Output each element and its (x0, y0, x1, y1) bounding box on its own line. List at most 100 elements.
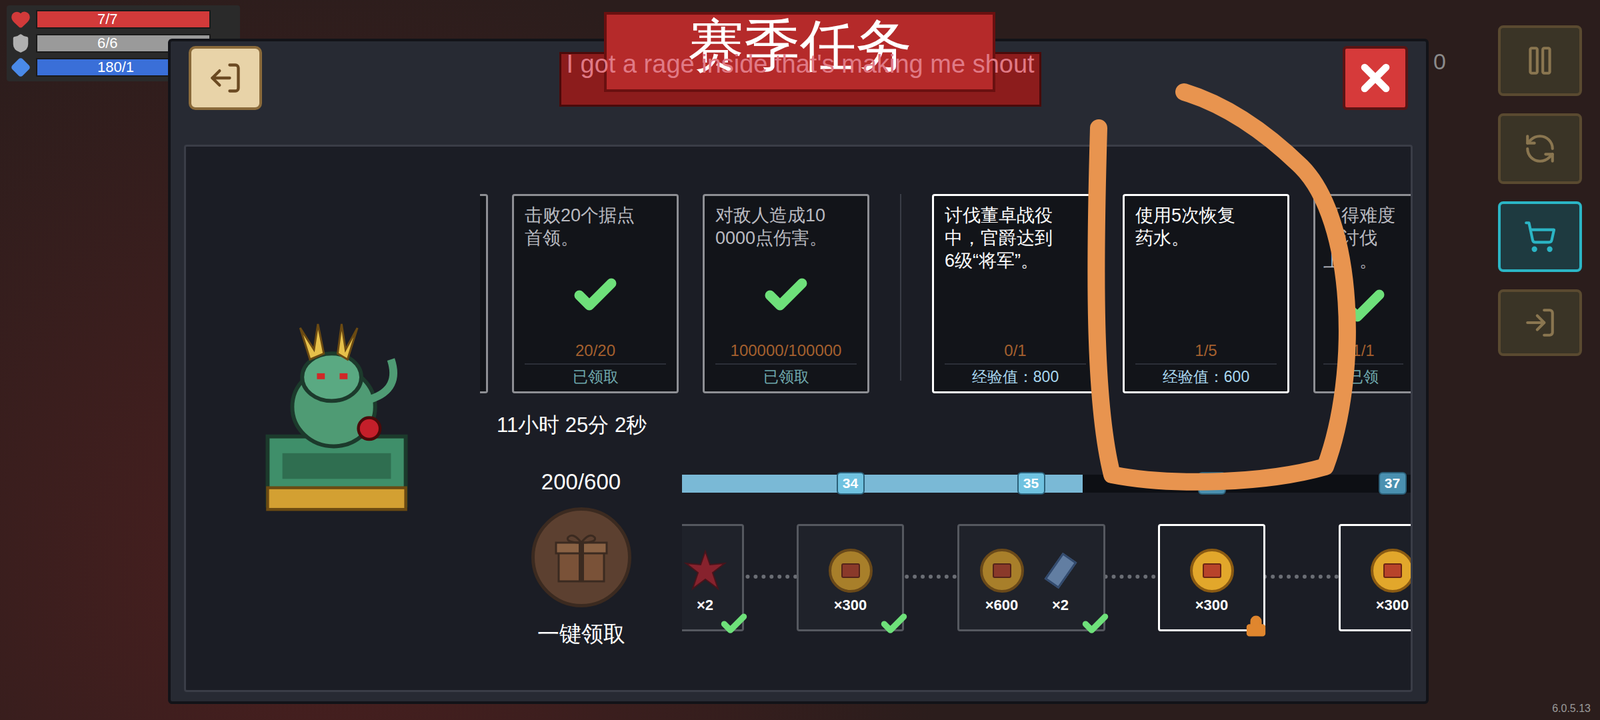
reward-count: ×300 (834, 596, 868, 614)
task-description-line: 0000点伤害。 (715, 226, 857, 250)
coin-icon (980, 548, 1024, 593)
swap-icon (1523, 132, 1557, 166)
claimed-check-icon (719, 609, 749, 639)
level-marker-slot: 36 (1121, 472, 1302, 495)
reward-slot: ×2 (682, 524, 760, 632)
version-label: 6.0.5.13 (1552, 702, 1591, 715)
reward-box[interactable]: ×300 (1338, 524, 1411, 632)
exit-button[interactable] (1498, 289, 1582, 356)
reward-item: ×300 (1190, 548, 1234, 614)
crystal-icon (1038, 548, 1083, 593)
reward-count: ×2 (696, 596, 714, 614)
side-buttons (1498, 25, 1582, 356)
lyric-overlay: I got a rage inside that's making me sho… (566, 49, 1034, 79)
tasks-area: 击败20个据点首领。20/20已领取对敌人造成100000点伤害。100000/… (468, 146, 1411, 690)
check-icon (762, 271, 810, 320)
pause-button[interactable] (1498, 25, 1582, 96)
level-marker: 35 (1017, 472, 1046, 495)
claimed-check-icon (1080, 609, 1110, 639)
task-divider (1323, 363, 1404, 365)
level-marker: 36 (1198, 472, 1226, 495)
back-icon (208, 60, 243, 96)
claimed-check-icon (879, 609, 909, 639)
task-description: 对敌人造成100000点伤害。 (715, 204, 857, 250)
task-description-line: 赢得难度 (1323, 204, 1404, 227)
cart-icon (1523, 220, 1557, 254)
claim-all-label: 一键领取 (537, 622, 626, 646)
task-divider (524, 363, 666, 365)
reward-item: ×300 (1370, 548, 1412, 614)
reward-count: ×2 (1052, 596, 1069, 614)
reward-item: ×600 (980, 548, 1024, 614)
tasks-panel: 击败20个据点首领。20/20已领取对敌人造成100000点伤害。100000/… (184, 144, 1413, 692)
task-status (715, 249, 857, 341)
task-divider (944, 363, 1086, 365)
task-divider (715, 363, 857, 365)
task-progress: 0/1 (944, 340, 1086, 361)
reward-slot: ×300 (760, 524, 941, 632)
reward-item: ×2 (1038, 548, 1083, 614)
coin-icon (1370, 548, 1412, 593)
reward-box[interactable]: ×600 ×2 (957, 524, 1106, 632)
task-footer: 经验值：800 (944, 367, 1086, 386)
task-description: 使用5次恢复药水。 (1135, 204, 1277, 250)
health-fill (37, 11, 210, 28)
task-description-line: 药水。 (1135, 226, 1277, 250)
task-card[interactable]: 击败20个据点首领。20/20已领取 (512, 194, 679, 394)
level-marker-slot: 35 (940, 472, 1122, 495)
reward-count: ×300 (1376, 596, 1410, 614)
task-card[interactable]: 对敌人造成100000点伤害。 100000/100000 已领取 (702, 194, 870, 394)
task-progress: 1/1 (1323, 340, 1404, 361)
task-card[interactable]: 使用5次恢复药水。 1/5 经验值：600 (1122, 194, 1290, 394)
task-card[interactable]: 赢得难度：讨伐上）。1/1已领 (1313, 194, 1411, 394)
task-group-divider (900, 194, 902, 381)
check-icon (1339, 282, 1388, 331)
task-description-line: 上）。 (1323, 249, 1404, 272)
lock-icon (1244, 614, 1268, 638)
season-timer: 11小时 25分 2秒 (480, 414, 1411, 436)
armor-icon (10, 33, 31, 54)
game-screen: 7/76/6180/106.0.5.13击败20个据点首领。20/20已领取对敌… (0, 0, 1600, 720)
health: 7/7 (10, 9, 236, 30)
health-text: 7/7 (37, 11, 210, 28)
level-markers: 34353637 (682, 472, 1411, 495)
level-marker: 37 (1378, 472, 1407, 495)
season-xp-column: 200/600一键领取 (480, 470, 682, 646)
reward-box[interactable]: ×2 (682, 524, 744, 632)
swap-button[interactable] (1498, 113, 1582, 184)
reward-slot: ×600 ×2 (940, 524, 1122, 632)
task-progress: 1/5 (1135, 340, 1277, 361)
back-button[interactable] (188, 46, 262, 110)
task-footer: 经验值：600 (1135, 367, 1277, 386)
reward-box[interactable]: ×300 (796, 524, 904, 632)
energy-icon (10, 57, 31, 78)
reward-track: 34353637×2×300×600×2×300×300 (682, 470, 1411, 646)
reward-list: ×2 ×300 ×600 ×2 ×300 ×300 (682, 524, 1411, 632)
level-bar: 34353637 (682, 470, 1411, 497)
reward-slot: ×300 (1302, 524, 1411, 632)
level-marker-slot: 37 (1302, 472, 1411, 495)
task-list: 击败20个据点首领。20/20已领取对敌人造成100000点伤害。100000/… (480, 194, 1411, 394)
exit-icon (1523, 306, 1557, 340)
task-card[interactable]: 讨伐董卓战役中，官爵达到6级“将军”。0/1经验值：800 (932, 194, 1099, 394)
task-progress: 100000/100000 (715, 340, 857, 361)
reward-box[interactable]: ×300 (1158, 524, 1266, 632)
dragon-statue-icon (262, 320, 411, 518)
task-description-line: 对敌人造成10 (715, 204, 857, 227)
health-icon (10, 9, 31, 30)
gift-icon (553, 529, 610, 586)
close-icon (1354, 56, 1397, 100)
task-status (1135, 249, 1277, 341)
task-description-line: 首领。 (524, 226, 666, 250)
season-tasks-dialog: 击败20个据点首领。20/20已领取对敌人造成100000点伤害。100000/… (168, 38, 1429, 704)
reward-count: ×600 (985, 596, 1019, 614)
level-bar-track (682, 474, 1411, 493)
task-footer: 已领取 (715, 367, 857, 386)
leaf-icon (683, 548, 728, 593)
task-description: 击败20个据点首领。 (524, 204, 666, 250)
close-button[interactable] (1342, 46, 1408, 110)
claim-all-button[interactable] (531, 507, 632, 608)
task-description-line: ：讨伐 (1323, 226, 1404, 250)
task-divider (1135, 363, 1277, 365)
shop-button[interactable] (1498, 201, 1582, 272)
